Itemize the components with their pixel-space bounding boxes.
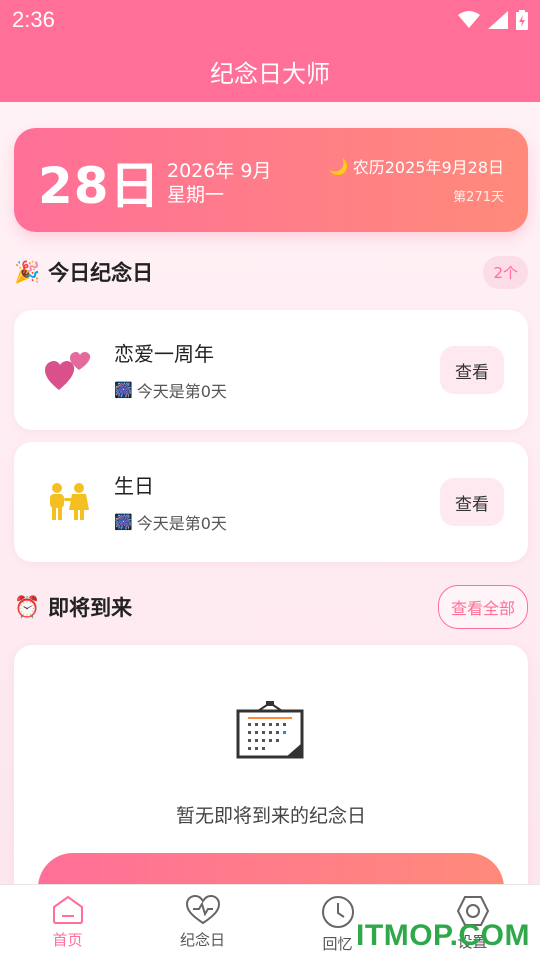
home-content[interactable]: 28日 2026年 9月 星期一 🌙 农历2025年9月28日 第271天 🎉 …: [0, 102, 540, 884]
today-section-header: 🎉 今日纪念日 2个: [14, 254, 528, 290]
today-count-badge: 2个: [483, 255, 528, 289]
today-section-title: 🎉 今日纪念日: [14, 257, 153, 287]
signal-icon: [488, 11, 508, 29]
anniversary-subtitle: 🎆 今天是第0天: [114, 378, 227, 402]
app-bar: 纪念日大师: [0, 40, 540, 102]
birthday-days-text: 今天是第0天: [136, 514, 227, 533]
heart-icon: [185, 895, 220, 925]
home-icon: [52, 895, 83, 924]
date-year-month: 2026年 9月: [167, 160, 272, 182]
status-time: 2:36: [12, 7, 55, 32]
two-hearts-icon: [44, 346, 92, 394]
tab-memories-label: 回忆: [322, 935, 353, 953]
view-all-button[interactable]: 查看全部: [437, 585, 528, 629]
view-button[interactable]: 查看: [440, 478, 504, 526]
couple-icon: [44, 478, 92, 526]
watermark: ITMOP.COM: [356, 919, 530, 952]
view-button[interactable]: 查看: [440, 346, 504, 394]
empty-state-text: 暂无即将到来的纪念日: [175, 805, 366, 827]
upcoming-title-text: 即将到来: [48, 596, 133, 620]
date-day: 28日: [38, 157, 161, 215]
anniversary-days-text: 今天是第0天: [136, 382, 227, 401]
wifi-icon: [458, 11, 480, 28]
app-title: 纪念日大师: [210, 59, 330, 88]
clock-icon: [321, 896, 354, 928]
fireworks-icon: 🎆: [114, 381, 133, 399]
today-title-text: 今日纪念日: [48, 261, 154, 285]
tab-home-label: 首页: [52, 931, 83, 949]
fireworks-icon: 🎆: [114, 513, 133, 531]
birthday-title: 生日: [114, 474, 154, 498]
lunar-date: 🌙 农历2025年9月28日: [329, 154, 504, 178]
birthday-card[interactable]: 生日 🎆 今天是第0天 查看: [14, 442, 528, 562]
status-icons: [458, 10, 528, 30]
party-popper-icon: 🎉: [14, 259, 41, 284]
tab-anniversary[interactable]: 纪念日: [135, 885, 270, 960]
alarm-clock-icon: ⏰: [14, 594, 41, 619]
status-bar: 2:36: [0, 0, 540, 40]
add-anniversary-button[interactable]: [38, 853, 504, 884]
date-weekday: 星期一: [167, 184, 225, 206]
anniversary-card[interactable]: 恋爱一周年 🎆 今天是第0天 查看: [14, 310, 528, 430]
calendar-icon: [236, 701, 304, 759]
lunar-date-text: 农历2025年9月28日: [352, 158, 504, 177]
tab-anniversary-label: 纪念日: [179, 931, 225, 949]
tab-home[interactable]: 首页: [0, 885, 135, 960]
birthday-subtitle: 🎆 今天是第0天: [114, 510, 227, 534]
upcoming-section-title: ⏰ 即将到来: [14, 592, 132, 622]
upcoming-empty-card: 暂无即将到来的纪念日: [14, 645, 528, 884]
day-of-year: 第271天: [453, 190, 504, 205]
anniversary-title: 恋爱一周年: [114, 342, 214, 366]
upcoming-section-header: ⏰ 即将到来 查看全部: [14, 585, 528, 629]
date-card: 28日 2026年 9月 星期一 🌙 农历2025年9月28日 第271天: [14, 128, 528, 232]
battery-icon: [516, 10, 528, 30]
moon-icon: 🌙: [328, 156, 349, 176]
